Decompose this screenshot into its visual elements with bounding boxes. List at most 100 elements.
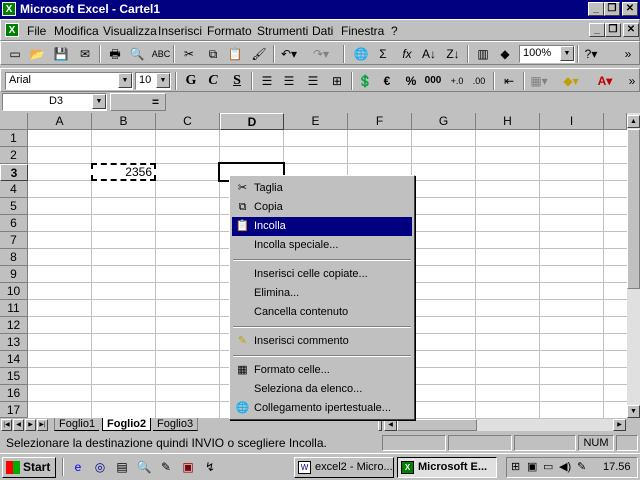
task-button[interactable]: W excel2 - Micro... (294, 457, 394, 478)
row-header[interactable]: 8 (0, 249, 28, 266)
chevron-down-icon[interactable]: ▼ (92, 94, 106, 109)
excel-icon[interactable]: X (2, 2, 16, 16)
format-painter-icon[interactable]: 🖌 (249, 45, 269, 63)
workbook-icon[interactable]: X (5, 23, 19, 37)
column-header[interactable]: H (476, 113, 540, 130)
row-header[interactable]: 3 (0, 164, 28, 181)
font-select[interactable]: Arial ▼ (5, 72, 133, 90)
zoom-select[interactable]: 100% ▼ (519, 45, 575, 63)
menu-item-incolla[interactable]: 📋 Incolla (232, 217, 412, 236)
chart-wizard-icon[interactable]: ▥ (473, 45, 493, 63)
last-sheet-icon[interactable]: ▶| (37, 419, 48, 431)
task-button-active[interactable]: X Microsoft E... (397, 457, 497, 478)
sheet-tab-foglio1[interactable]: Foglio1 (54, 418, 100, 431)
column-header[interactable]: G (412, 113, 476, 130)
scroll-right-icon[interactable]: ▶ (613, 419, 626, 431)
merge-center-icon[interactable]: ⊞ (327, 72, 347, 90)
show-desktop-icon[interactable]: ▤ (112, 458, 132, 476)
row-header[interactable]: 5 (0, 198, 28, 215)
print-preview-icon[interactable]: 🔍 (127, 45, 147, 63)
open-icon[interactable]: 📂 (27, 45, 47, 63)
more-buttons-icon[interactable]: » (621, 45, 635, 63)
column-header-partial[interactable] (604, 113, 627, 130)
menu-item-copia[interactable]: ⧉ Copia (232, 198, 412, 217)
align-center-icon[interactable]: ☰ (279, 72, 299, 90)
copy-icon[interactable]: ⧉ (203, 45, 223, 63)
close-button[interactable]: ✕ (622, 2, 638, 16)
cut-icon[interactable]: ✂ (179, 45, 199, 63)
row-header[interactable]: 9 (0, 266, 28, 283)
office-assistant-icon[interactable]: ?▾ (581, 45, 601, 63)
percent-button[interactable]: % (401, 72, 421, 90)
menu-dati[interactable]: Dati (312, 24, 333, 38)
channels-icon[interactable]: ✎ (156, 458, 176, 476)
column-header[interactable]: E (284, 113, 348, 130)
menu-item-seleziona-elenco[interactable]: Seleziona da elenco... (232, 380, 412, 399)
menu-visualizza[interactable]: Visualizza (103, 24, 157, 38)
horizontal-scrollbar[interactable] (397, 419, 613, 431)
minimize-button[interactable]: _ (588, 2, 604, 16)
menu-item-collegamento[interactable]: 🌐 Collegamento ipertestuale... (232, 399, 412, 418)
tray-icon[interactable]: ✎ (577, 460, 586, 473)
doc-restore-button[interactable]: ❐ (605, 23, 621, 37)
outlook-express-icon[interactable]: ◎ (90, 458, 110, 476)
align-left-icon[interactable]: ☰ (257, 72, 277, 90)
scroll-left-icon[interactable]: ◀ (384, 419, 397, 431)
edit-formula-button[interactable]: = (110, 93, 166, 111)
decrease-decimal-icon[interactable]: .00 (469, 72, 489, 90)
quick-launch-icon[interactable]: ↯ (200, 458, 220, 476)
select-all-button[interactable] (0, 113, 28, 130)
row-header[interactable]: 15 (0, 368, 28, 385)
font-color-icon[interactable]: A▾ (595, 72, 615, 90)
row-header[interactable]: 13 (0, 334, 28, 351)
formula-input[interactable] (168, 93, 638, 111)
sort-ascending-icon[interactable]: A↓ (419, 45, 439, 63)
thousands-button[interactable]: 000 (423, 72, 443, 90)
row-header[interactable]: 10 (0, 283, 28, 300)
chevron-down-icon[interactable]: ▼ (118, 73, 132, 88)
font-size-select[interactable]: 10 ▼ (135, 72, 171, 90)
sheet-tab-foglio2[interactable]: Foglio2 (102, 418, 152, 431)
fill-color-icon[interactable]: ◆▾ (561, 72, 581, 90)
tab-split-handle[interactable] (378, 419, 382, 431)
chevron-down-icon[interactable]: ▼ (156, 73, 170, 88)
menu-item-inserisci-celle[interactable]: Inserisci celle copiate... (232, 265, 412, 284)
scroll-up-icon[interactable]: ▲ (627, 115, 640, 128)
menu-item-incolla-speciale[interactable]: Incolla speciale... (232, 236, 412, 255)
sheet-tab-foglio3[interactable]: Foglio3 (153, 418, 199, 431)
row-header[interactable]: 11 (0, 300, 28, 317)
more-buttons-icon[interactable]: » (625, 72, 639, 90)
email-icon[interactable]: ✉ (75, 45, 95, 63)
volume-icon[interactable]: ◀) (559, 460, 571, 473)
save-icon[interactable]: 💾 (51, 45, 71, 63)
hscroll-thumb[interactable] (397, 419, 477, 431)
doc-minimize-button[interactable]: _ (589, 23, 605, 37)
menu-item-formato-celle[interactable]: ▦ Formato celle... (232, 361, 412, 380)
row-header[interactable]: 7 (0, 232, 28, 249)
redo-icon[interactable]: ↷▾ (311, 45, 331, 63)
column-header[interactable]: B (92, 113, 156, 130)
function-icon[interactable]: fx (397, 45, 417, 63)
align-right-icon[interactable]: ☰ (303, 72, 323, 90)
network-icon[interactable]: ⊞ (511, 460, 520, 473)
chevron-down-icon[interactable]: ▼ (560, 46, 574, 61)
menu-item-taglia[interactable]: ✂ Taglia (232, 179, 412, 198)
menu-strumenti[interactable]: Strumenti (257, 24, 308, 38)
underline-button[interactable]: S (227, 72, 247, 90)
next-sheet-icon[interactable]: ▶ (25, 419, 36, 431)
menu-help[interactable]: ? (391, 24, 398, 38)
euro-button[interactable]: € (377, 72, 397, 90)
row-header[interactable]: 14 (0, 351, 28, 368)
search-icon[interactable]: 🔍 (134, 458, 154, 476)
menu-item-cancella-contenuto[interactable]: Cancella contenuto (232, 303, 412, 322)
restore-button[interactable]: ❐ (604, 2, 620, 16)
menu-finestra[interactable]: Finestra (341, 24, 384, 38)
decrease-indent-icon[interactable]: ⇤ (499, 72, 519, 90)
prev-sheet-icon[interactable]: ◀ (13, 419, 24, 431)
row-header[interactable]: 2 (0, 147, 28, 164)
undo-icon[interactable]: ↶▾ (279, 45, 299, 63)
start-button[interactable]: Start (2, 457, 56, 478)
row-header[interactable]: 4 (0, 181, 28, 198)
increase-decimal-icon[interactable]: +.0 (447, 72, 467, 90)
scroll-down-icon[interactable]: ▼ (627, 405, 640, 418)
